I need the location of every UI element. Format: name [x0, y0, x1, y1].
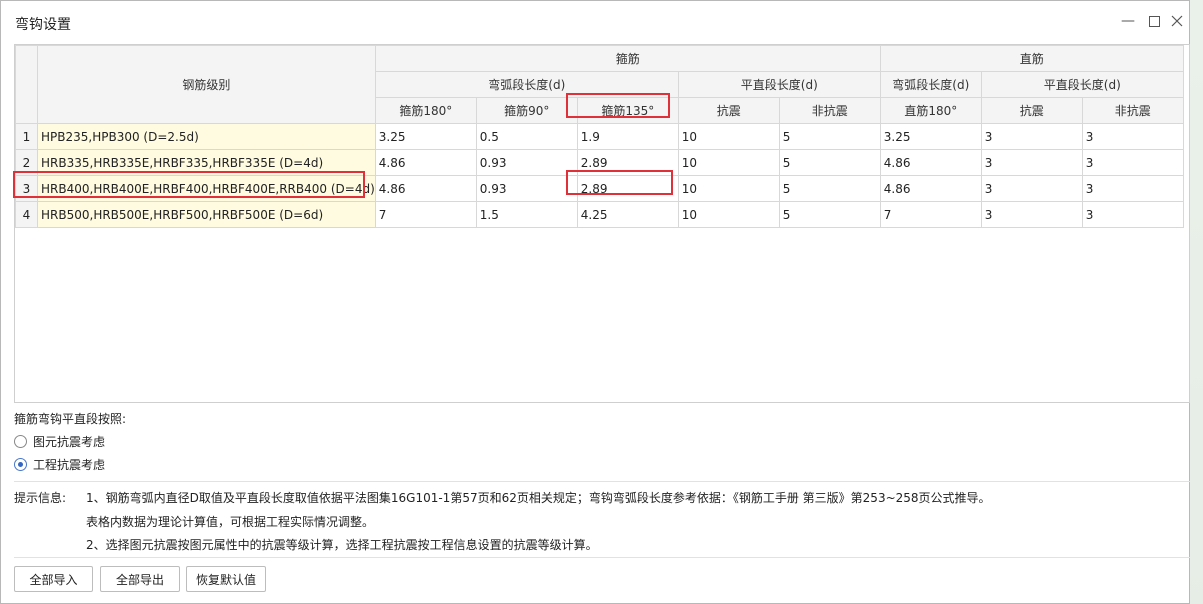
value-cell[interactable]: 3 [980, 201, 1083, 228]
value-cell[interactable]: 3 [1081, 149, 1184, 176]
tips-label: 提示信息: [14, 491, 67, 505]
table-row[interactable]: 3 HRB400,HRB400E,HRBF400,HRBF400E,RRB400… [15, 175, 1184, 202]
radio-label: 图元抗震考虑 [33, 435, 106, 449]
col-header-straight-180: 直筋180° [879, 97, 982, 124]
col-header-stirrup-seismic: 抗震 [677, 97, 780, 124]
value-cell[interactable]: 10 [677, 123, 780, 150]
restore-default-button[interactable]: 恢复默认值 [186, 566, 266, 592]
row-number[interactable]: 2 [15, 149, 38, 176]
straight-bar-header: 直筋 [879, 45, 1184, 72]
stirrup-arc-length-header: 弯弧段长度(d) [374, 71, 679, 98]
row-number[interactable]: 4 [15, 201, 38, 228]
value-cell[interactable]: 4.86 [879, 175, 982, 202]
value-cell[interactable]: 3 [980, 123, 1083, 150]
tip-line-1: 1、钢筋弯弧内直径D取值及平直段长度取值依据平法图集16G101-1第57页和6… [86, 491, 991, 505]
maximize-icon[interactable] [1144, 11, 1164, 31]
radio-label: 工程抗震考虑 [33, 458, 106, 472]
value-cell[interactable]: 0.93 [475, 149, 578, 176]
col-header-stirrup-non-seismic: 非抗震 [778, 97, 881, 124]
value-cell[interactable]: 5 [778, 201, 881, 228]
value-cell[interactable]: 3 [1081, 123, 1184, 150]
minimize-icon[interactable]: — [1118, 11, 1138, 31]
table-row[interactable]: 2 HRB335,HRB335E,HRBF335,HRBF335E (D=4d)… [15, 149, 1184, 176]
radio-element-seismic[interactable]: 图元抗震考虑 [14, 433, 105, 450]
tip-line-3: 2、选择图元抗震按图元属性中的抗震等级计算，选择工程抗震按工程信息设置的抗震等级… [86, 538, 598, 552]
col-header-straight-seismic: 抗震 [980, 97, 1083, 124]
close-icon[interactable] [1167, 11, 1187, 31]
row-number[interactable]: 3 [15, 175, 38, 202]
grade-cell: HRB335,HRB335E,HRBF335,HRBF335E (D=4d) [37, 149, 376, 176]
export-all-button[interactable]: 全部导出 [100, 566, 180, 592]
col-header-straight-non-seismic: 非抗震 [1081, 97, 1184, 124]
dialog-title: 弯钩设置 [15, 17, 71, 33]
row-number[interactable]: 1 [15, 123, 38, 150]
value-cell[interactable]: 5 [778, 175, 881, 202]
radio-button-selected[interactable] [14, 458, 27, 471]
radio-project-seismic[interactable]: 工程抗震考虑 [14, 456, 105, 473]
value-cell[interactable]: 3 [1081, 175, 1184, 202]
hook-settings-grid: 钢筋级别 箍筋 直筋 弯弧段长度(d) 平直段长度(d) 弯弧段长度(d) 平直… [14, 44, 1190, 403]
value-cell[interactable]: 2.89 [576, 175, 679, 202]
value-cell[interactable]: 10 [677, 149, 780, 176]
value-cell[interactable]: 3 [1081, 201, 1184, 228]
title-bar: 弯钩设置 — [1, 1, 1189, 43]
value-cell[interactable]: 5 [778, 123, 881, 150]
flat-basis-label: 箍筋弯钩平直段按照: [14, 412, 127, 426]
value-cell[interactable]: 0.93 [475, 175, 578, 202]
col-header-stirrup-90: 箍筋90° [475, 97, 578, 124]
value-cell[interactable]: 2.89 [576, 149, 679, 176]
value-cell[interactable]: 5 [778, 149, 881, 176]
tip-line-2: 表格内数据为理论计算值，可根据工程实际情况调整。 [86, 515, 375, 529]
value-cell[interactable]: 4.25 [576, 201, 679, 228]
straight-arc-length-header: 弯弧段长度(d) [879, 71, 982, 98]
value-cell[interactable]: 7 [879, 201, 982, 228]
value-cell[interactable]: 1.5 [475, 201, 578, 228]
divider [14, 557, 1190, 558]
grade-cell: HRB400,HRB400E,HRBF400,HRBF400E,RRB400 (… [37, 175, 376, 202]
table-row[interactable]: 1 HPB235,HPB300 (D=2.5d) 3.25 0.5 1.9 10… [15, 123, 1184, 150]
col-header-stirrup-135: 箍筋135° [576, 97, 679, 124]
hook-table: 钢筋级别 箍筋 直筋 弯弧段长度(d) 平直段长度(d) 弯弧段长度(d) 平直… [15, 45, 1184, 228]
value-cell[interactable]: 10 [677, 201, 780, 228]
grade-header: 钢筋级别 [37, 45, 376, 124]
grade-cell: HRB500,HRB500E,HRBF500,HRBF500E (D=6d) [37, 201, 376, 228]
import-all-button[interactable]: 全部导入 [14, 566, 93, 592]
value-cell[interactable]: 4.86 [374, 175, 477, 202]
hook-settings-dialog: 弯钩设置 — 钢筋级别 箍筋 直筋 弯弧段长度(d) 平直段长度(d) 弯弧段长… [0, 0, 1190, 604]
value-cell[interactable]: 3 [980, 149, 1083, 176]
background-window-edge [1190, 0, 1203, 604]
value-cell[interactable]: 3 [980, 175, 1083, 202]
stirrup-header: 箍筋 [374, 45, 881, 72]
divider [14, 481, 1190, 482]
row-number-header [15, 45, 38, 124]
table-row[interactable]: 4 HRB500,HRB500E,HRBF500,HRBF500E (D=6d)… [15, 201, 1184, 228]
stirrup-flat-length-header: 平直段长度(d) [677, 71, 881, 98]
value-cell[interactable]: 4.86 [374, 149, 477, 176]
value-cell[interactable]: 3.25 [879, 123, 982, 150]
grade-cell: HPB235,HPB300 (D=2.5d) [37, 123, 376, 150]
straight-flat-length-header: 平直段长度(d) [980, 71, 1184, 98]
radio-button[interactable] [14, 435, 27, 448]
value-cell[interactable]: 10 [677, 175, 780, 202]
col-header-stirrup-180: 箍筋180° [374, 97, 477, 124]
value-cell[interactable]: 0.5 [475, 123, 578, 150]
value-cell[interactable]: 3.25 [374, 123, 477, 150]
value-cell[interactable]: 4.86 [879, 149, 982, 176]
value-cell[interactable]: 1.9 [576, 123, 679, 150]
value-cell[interactable]: 7 [374, 201, 477, 228]
